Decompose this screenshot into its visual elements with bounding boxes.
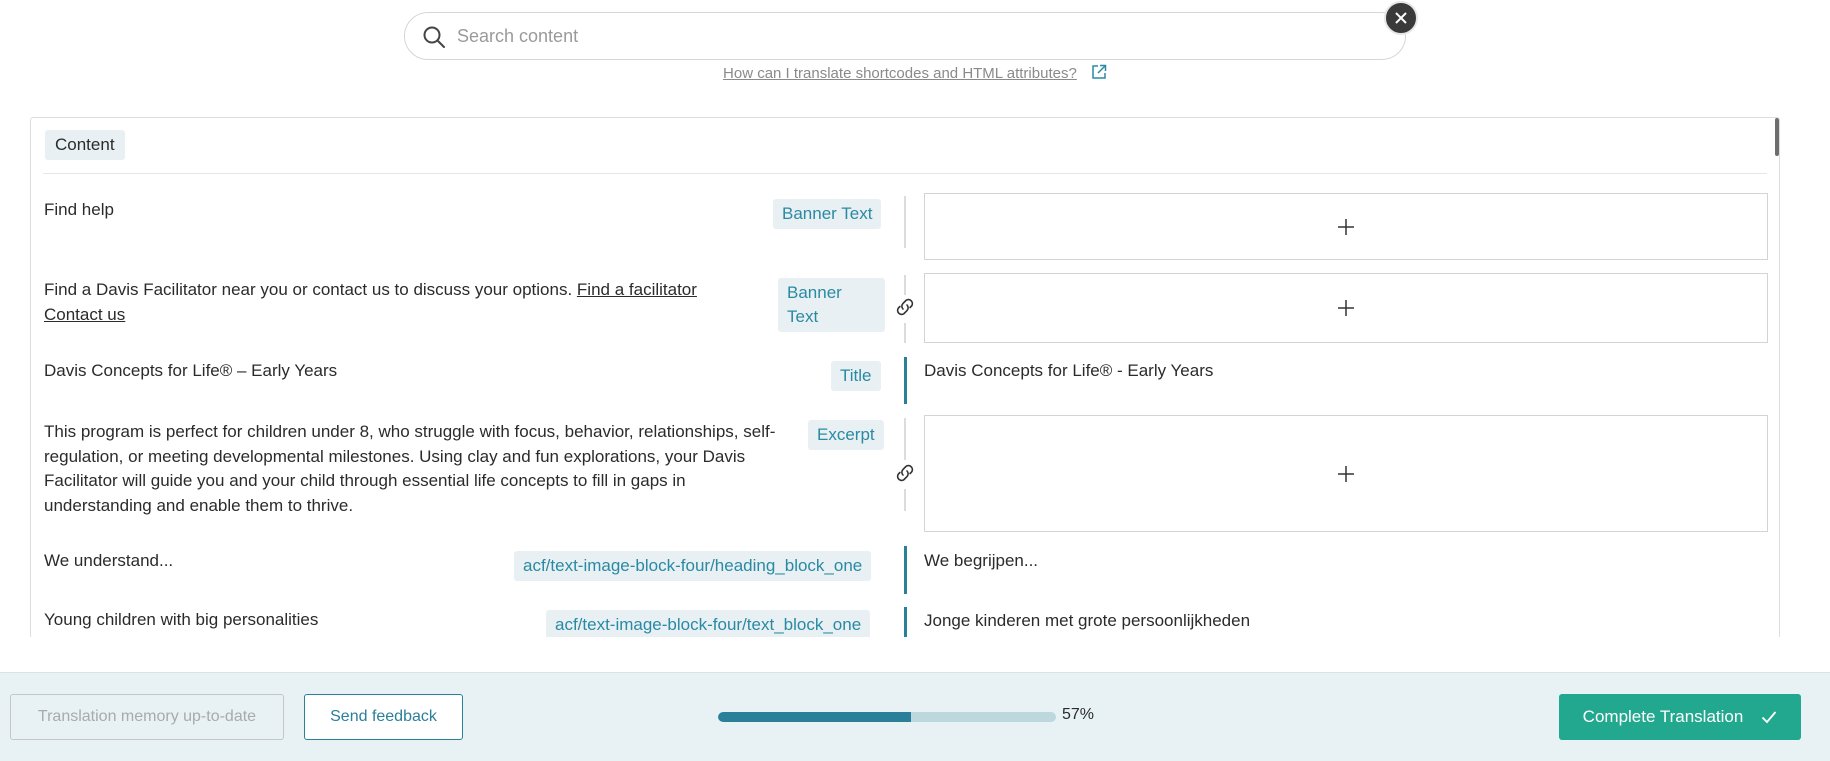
segment-bar [904,489,906,511]
field-tag: Banner Text [778,278,885,332]
help-link[interactable]: How can I translate shortcodes and HTML … [723,65,1077,82]
divider [43,173,1767,174]
translated-text[interactable]: We begrijpen... [924,549,1038,573]
help-link-row: How can I translate shortcodes and HTML … [0,64,1830,84]
source-text: Davis Concepts for Life® – Early Years [44,361,338,380]
field-tag: Excerpt [808,420,884,450]
content-panel: Content Find help Banner Text Find a Dav… [30,117,1780,637]
segment-bar [904,275,906,295]
progress-fill [718,712,911,722]
segment-bar [904,196,906,248]
source-text: Find a Davis Facilitator near you or con… [44,278,744,327]
check-icon [1762,711,1777,724]
progress-label: 57% [1062,706,1095,723]
source-text-line: understanding and enable them to thrive. [44,495,354,515]
source-text: Young children with big personalities [44,610,319,629]
translation-memory-button[interactable]: Translation memory up-to-date [10,694,284,740]
plus-icon [1338,465,1354,482]
source-text-body: Find a Davis Facilitator near you or con… [44,280,573,299]
source-text-line: This program is perfect for children und… [44,422,776,441]
source-text: We understand... [44,551,174,570]
source-text: Find help [44,200,114,219]
plus-icon [1338,218,1354,235]
field-tag: Banner Text [773,199,882,229]
segment-bar [904,607,907,637]
translated-text[interactable]: Davis Concepts for Life® - Early Years [924,359,1213,383]
add-translation-button[interactable] [924,193,1768,260]
contact-us-link[interactable]: Contact us [44,305,125,324]
link-icon[interactable] [893,295,917,319]
field-tag: acf/text-image-block-four/heading_block_… [514,551,872,581]
footer-bar: Translation memory up-to-date Send feedb… [0,672,1830,761]
plus-icon [1338,300,1354,316]
progress-bar [718,712,1056,722]
source-text-line: Facilitator will guide you and your chil… [44,471,686,490]
close-button[interactable] [1384,1,1418,35]
complete-translation-label: Complete Translation [1582,707,1744,726]
search-bar [404,12,1406,60]
field-tag: acf/text-image-block-four/text_block_one [546,610,871,637]
section-label: Content [45,130,125,160]
field-tag-line: Banner [787,283,842,302]
search-input[interactable] [455,24,1359,48]
scrollbar[interactable] [1775,118,1779,156]
source-text: This program is perfect for children und… [44,420,834,518]
link-icon[interactable] [893,461,917,485]
field-tag: Title [831,361,881,391]
find-facilitator-link[interactable]: Find a facilitator [577,280,697,299]
segment-bar [904,418,906,460]
source-text-line: regulation, or meeting developmental mil… [44,446,746,466]
close-icon [1395,12,1407,24]
segment-bar [904,357,907,404]
complete-translation-button[interactable]: Complete Translation [1559,694,1801,740]
field-tag-line: Text [787,307,819,326]
external-link-icon[interactable] [1091,64,1107,84]
add-translation-button[interactable] [924,273,1768,343]
add-translation-button[interactable] [924,415,1768,532]
translated-text[interactable]: Jonge kinderen met grote persoonlijkhede… [924,609,1250,633]
search-icon [423,26,445,48]
send-feedback-button[interactable]: Send feedback [304,694,463,740]
segment-bar [904,323,906,343]
segment-bar [904,546,907,594]
